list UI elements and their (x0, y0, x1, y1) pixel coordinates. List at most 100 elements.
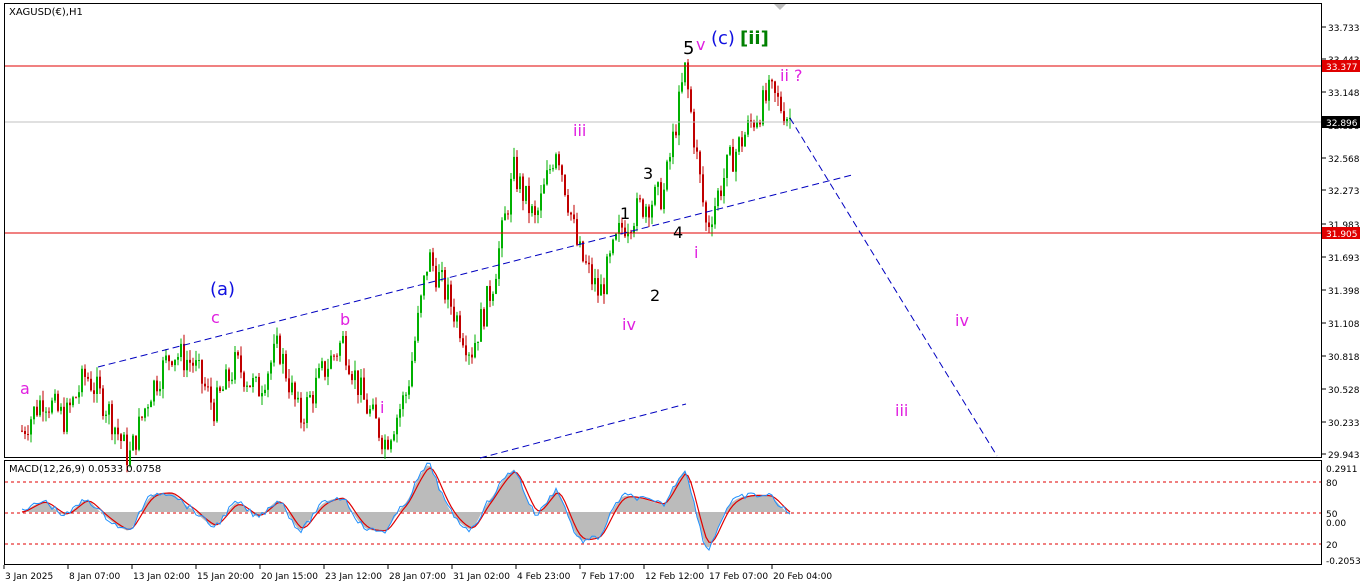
wave-label: iv (955, 311, 969, 330)
candle-body (120, 434, 122, 441)
candle-body (159, 388, 161, 392)
candle-body (210, 386, 212, 403)
candle-body (738, 137, 740, 152)
candle-body (48, 411, 50, 413)
wave-label: a (20, 379, 30, 398)
wave-label: i (694, 243, 698, 262)
candle-body (96, 376, 98, 394)
candle-body (330, 355, 332, 369)
candle-body (234, 352, 236, 380)
time-label: 23 Jan 12:00 (325, 572, 382, 582)
wave-label: b (340, 310, 350, 329)
candle-body (408, 386, 410, 395)
candle-body (138, 416, 140, 450)
current-price-line-tag-label: 32.896 (1326, 119, 1358, 129)
wave-label: 5 (683, 38, 694, 59)
macd-tick-label: 0.2911 (1326, 465, 1358, 475)
candle-body (378, 418, 380, 438)
candle-body (645, 206, 647, 217)
candle-body (282, 353, 284, 364)
candle-body (732, 146, 734, 172)
candle-body (513, 156, 515, 179)
candle-body (132, 435, 134, 451)
candle-body (549, 169, 551, 171)
candle-body (543, 184, 545, 194)
candle-body (336, 355, 338, 357)
candle-body (315, 377, 317, 404)
candle-body (474, 342, 476, 358)
candle-body (699, 151, 701, 175)
candle-body (693, 111, 695, 148)
candle-body (465, 345, 467, 356)
candle-body (441, 270, 443, 273)
candle-body (189, 359, 191, 363)
candle-body (753, 122, 755, 128)
candle-body (531, 206, 533, 214)
candle-body (267, 373, 269, 390)
wave-label: 4 (673, 223, 683, 242)
candle-body (72, 397, 74, 406)
macd-tick-label: 20 (1326, 541, 1338, 551)
candle-body (597, 278, 599, 296)
wave-label: iv (622, 315, 636, 334)
candle-body (90, 378, 92, 391)
wave-label: 1 (620, 204, 630, 223)
candle-body (258, 376, 260, 397)
candle-body (141, 416, 143, 418)
candle-body (678, 91, 680, 136)
price-tick-label: 33.148 (1328, 89, 1360, 99)
candle-body (366, 399, 368, 414)
candle-body (327, 368, 329, 377)
candle-body (774, 81, 776, 93)
candle-body (174, 359, 176, 366)
candle-body (510, 178, 512, 215)
candle-body (150, 401, 152, 408)
macd-tick-label: 80 (1326, 479, 1338, 489)
candle-body (765, 90, 767, 101)
candle-body (252, 377, 254, 388)
candle-body (651, 204, 653, 218)
time-label: 7 Feb 17:00 (581, 572, 635, 582)
price-tick-label: 30.528 (1328, 386, 1360, 396)
price-tick-label: 32.273 (1328, 187, 1360, 197)
candle-body (582, 241, 584, 262)
resistance-line-high-tag-label: 33.377 (1326, 63, 1358, 73)
wave-label: iii (573, 121, 586, 140)
candle-body (660, 182, 662, 210)
candle-body (591, 264, 593, 285)
candle-body (741, 137, 743, 147)
candle-body (342, 335, 344, 343)
wave-label: i (380, 398, 384, 417)
candle-body (492, 293, 494, 301)
candle-body (498, 248, 500, 279)
wave-label: [ii] (740, 28, 769, 49)
candle-body (606, 256, 608, 295)
candle-body (756, 121, 758, 128)
candle-body (153, 380, 155, 402)
candle-body (720, 190, 722, 197)
price-tick-label: 29.943 (1328, 451, 1360, 461)
candle-body (126, 434, 128, 466)
candle-body (585, 261, 587, 263)
candle-body (102, 388, 104, 416)
time-label: 4 Feb 23:00 (517, 572, 571, 582)
candle-body (270, 362, 272, 374)
candle-body (495, 278, 497, 294)
candle-body (177, 357, 179, 360)
candle-body (276, 335, 278, 344)
candle-body (669, 157, 671, 162)
candle-body (228, 369, 230, 382)
time-label: 20 Feb 04:00 (773, 572, 832, 582)
candle-body (612, 239, 614, 254)
candle-body (522, 176, 524, 201)
candle-body (300, 397, 302, 423)
candle-body (690, 89, 692, 112)
candle-body (480, 309, 482, 342)
candle-body (165, 355, 167, 361)
candle-body (519, 176, 521, 190)
candle-body (69, 402, 71, 406)
candle-body (45, 411, 47, 413)
candle-body (402, 395, 404, 410)
candle-body (261, 393, 263, 397)
candle-body (459, 315, 461, 339)
